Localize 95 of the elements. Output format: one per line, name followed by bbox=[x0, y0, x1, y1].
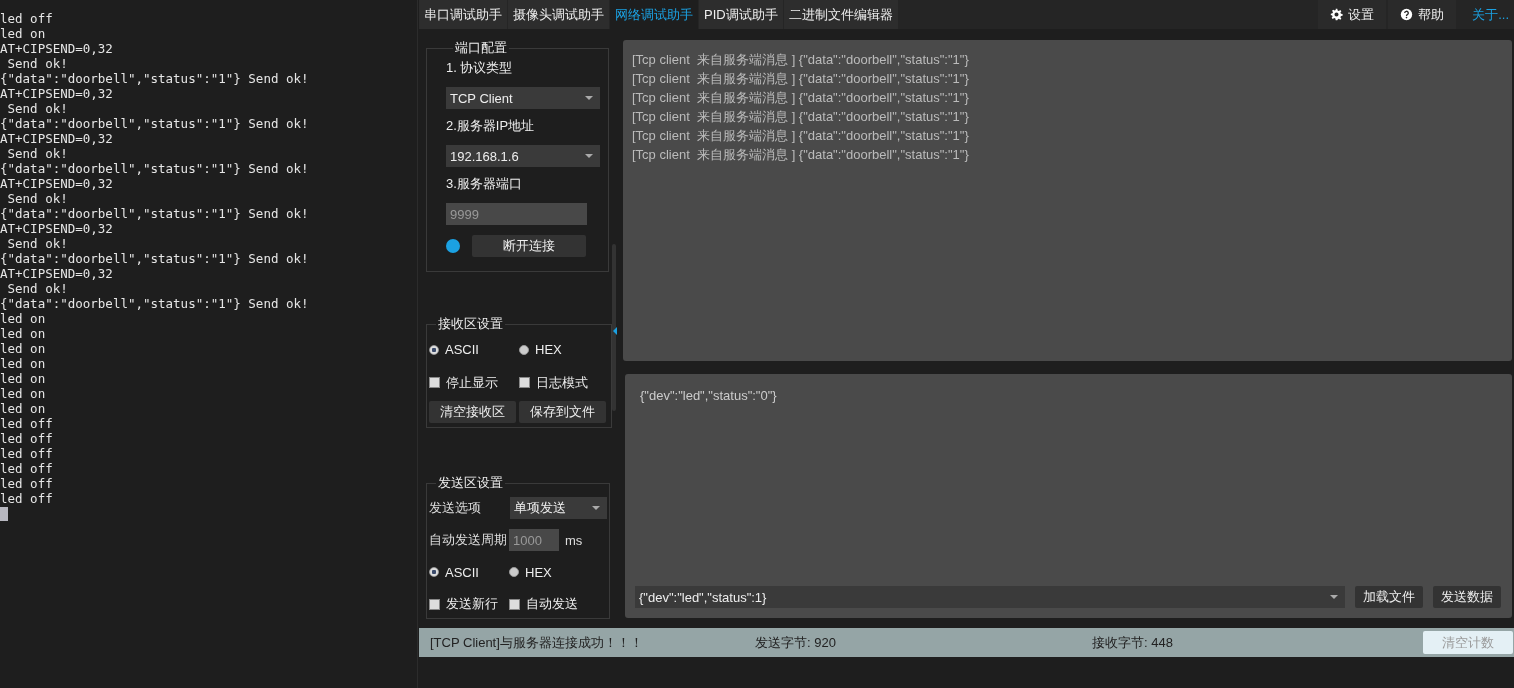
terminal-line: led on bbox=[0, 356, 47, 371]
terminal-line: led off bbox=[0, 476, 54, 491]
received-message: [Tcp client 来自服务端消息 ] {"data":"doorbell","status":"1"} bbox=[632, 70, 970, 88]
terminal-line: led on bbox=[0, 401, 47, 416]
terminal-line: Send ok! bbox=[6, 146, 69, 161]
tab[interactable]: 网络调试助手 bbox=[610, 0, 698, 29]
received-message: [Tcp client 来自服务端消息 ] {"data":"doorbell","status":"1"} bbox=[632, 51, 970, 69]
terminal-line: {"data":"doorbell","status":"1"} Send ok! bbox=[0, 116, 310, 131]
radio-option[interactable]: ASCII bbox=[429, 564, 509, 580]
radio-option[interactable]: HEX bbox=[519, 342, 609, 357]
collapse-arrow-icon[interactable] bbox=[613, 327, 617, 335]
field-label: 发送选项 bbox=[429, 499, 482, 517]
ip-dropdown[interactable]: 192.168.1.6 bbox=[446, 145, 600, 167]
checkbox-option[interactable]: 自动发送 bbox=[509, 595, 589, 613]
field-label: 自动发送周期 bbox=[429, 531, 507, 549]
disconnect-button[interactable]: 断开连接 bbox=[472, 235, 586, 257]
terminal-line: led on bbox=[0, 371, 47, 386]
terminal-line: led off bbox=[0, 11, 54, 26]
terminal-line: Send ok! bbox=[6, 56, 69, 71]
radio-button[interactable] bbox=[429, 567, 439, 577]
tab[interactable]: 串口调试助手 bbox=[419, 0, 507, 29]
received-message: [Tcp client 来自服务端消息 ] {"data":"doorbell","status":"1"} bbox=[632, 146, 970, 164]
terminal-line: led off bbox=[0, 491, 54, 506]
received-message: [Tcp client 来自服务端消息 ] {"data":"doorbell","status":"1"} bbox=[632, 108, 970, 126]
sent-bytes: 发送字节: 920 bbox=[755, 633, 837, 652]
received-bytes: 接收字节: 448 bbox=[1092, 633, 1174, 652]
terminal-line: led on bbox=[0, 341, 47, 356]
unit-label: ms bbox=[565, 532, 583, 548]
action-button[interactable]: 清空接收区 bbox=[429, 401, 516, 423]
terminal-line: {"data":"doorbell","status":"1"} Send ok! bbox=[0, 71, 310, 86]
checkbox[interactable] bbox=[519, 377, 530, 388]
terminal-line: Send ok! bbox=[6, 236, 69, 251]
terminal-line: led on bbox=[0, 386, 47, 401]
settings-icon bbox=[1330, 8, 1344, 21]
checkbox-option[interactable]: 停止显示 bbox=[429, 373, 519, 392]
terminal-line: {"data":"doorbell","status":"1"} Send ok! bbox=[0, 161, 310, 176]
terminal-line: AT+CIPSEND=0,32 bbox=[0, 221, 114, 236]
caret-icon bbox=[1330, 595, 1338, 599]
checkbox[interactable] bbox=[509, 598, 520, 610]
terminal-line: {"data":"doorbell","status":"1"} Send ok! bbox=[0, 206, 310, 221]
caret-icon bbox=[592, 506, 600, 510]
radio-button[interactable] bbox=[519, 344, 529, 355]
terminal-line: led off bbox=[0, 446, 54, 461]
terminal-line: Send ok! bbox=[6, 191, 69, 206]
terminal-line: {"data":"doorbell","status":"1"} Send ok! bbox=[0, 296, 310, 311]
radio-button[interactable] bbox=[429, 344, 439, 355]
group-title: 端口配置 bbox=[454, 39, 508, 57]
group-title: 发送区设置 bbox=[437, 474, 504, 492]
radio-option[interactable]: ASCII bbox=[429, 342, 519, 357]
action-button[interactable]: 加载文件 bbox=[1355, 586, 1423, 608]
help-icon bbox=[1400, 8, 1414, 21]
caret-icon bbox=[585, 96, 593, 100]
terminal-line: Send ok! bbox=[6, 281, 69, 296]
group-title: 接收区设置 bbox=[437, 315, 504, 333]
field-label: 3.服务器端口 bbox=[446, 175, 523, 193]
field-label: 1. 协议类型 bbox=[446, 59, 514, 77]
received-message: [Tcp client 来自服务端消息 ] {"data":"doorbell","status":"1"} bbox=[632, 89, 970, 107]
send-text: {"dev":"led","status":"0"} bbox=[639, 388, 778, 403]
terminal-line: AT+CIPSEND=0,32 bbox=[0, 266, 114, 281]
port-input[interactable]: 9999 bbox=[446, 203, 587, 225]
tab[interactable]: 摄像头调试助手 bbox=[508, 0, 609, 29]
terminal-line: AT+CIPSEND=0,32 bbox=[0, 131, 114, 146]
terminal-line: led on bbox=[0, 311, 47, 326]
field-label: 2.服务器IP地址 bbox=[446, 117, 536, 135]
checkbox-option[interactable]: 发送新行 bbox=[429, 595, 509, 613]
send-input-dropdown[interactable]: {"dev":"led","status":1} bbox=[635, 586, 1345, 608]
checkbox-option[interactable]: 日志模式 bbox=[519, 373, 609, 392]
terminal-line: AT+CIPSEND=0,32 bbox=[0, 86, 114, 101]
radio-option[interactable]: HEX bbox=[509, 564, 589, 580]
caret-icon bbox=[585, 154, 593, 158]
terminal-line: Send ok! bbox=[6, 101, 69, 116]
action-button[interactable]: 保存到文件 bbox=[519, 401, 606, 423]
terminal-line: AT+CIPSEND=0,32 bbox=[0, 41, 114, 56]
settings-button[interactable]: 设置 bbox=[1318, 0, 1387, 29]
terminal-line: led off bbox=[0, 461, 54, 476]
terminal-line: AT+CIPSEND=0,32 bbox=[0, 176, 114, 191]
terminal-line: led off bbox=[0, 416, 54, 431]
send-area[interactable]: {"dev":"led","status":"0"} {"dev":"led","status":1} 加载文件 发送数据 bbox=[625, 374, 1512, 618]
terminal-line: {"data":"doorbell","status":"1"} Send ok! bbox=[0, 251, 310, 266]
radio-button[interactable] bbox=[509, 567, 519, 577]
received-message: [Tcp client 来自服务端消息 ] {"data":"doorbell","status":"1"} bbox=[632, 127, 970, 145]
tab[interactable]: 二进制文件编辑器 bbox=[783, 0, 898, 29]
period-input[interactable]: 1000 bbox=[509, 529, 559, 551]
terminal-line: led off bbox=[0, 431, 54, 446]
terminal-line: led on bbox=[0, 326, 47, 341]
tab[interactable]: PID调试助手 bbox=[699, 0, 783, 29]
checkbox[interactable] bbox=[429, 598, 440, 610]
text-cursor bbox=[0, 507, 8, 521]
terminal-line: led on bbox=[0, 26, 47, 41]
status-message: [TCP Client]与服务器连接成功！！！ bbox=[430, 633, 644, 652]
checkbox[interactable] bbox=[429, 377, 440, 388]
help-button[interactable]: 帮助 bbox=[1388, 0, 1457, 29]
action-button[interactable]: 发送数据 bbox=[1433, 586, 1501, 608]
protocol-dropdown[interactable]: TCP Client bbox=[446, 87, 600, 109]
send-mode-dropdown[interactable]: 单项发送 bbox=[510, 497, 607, 519]
